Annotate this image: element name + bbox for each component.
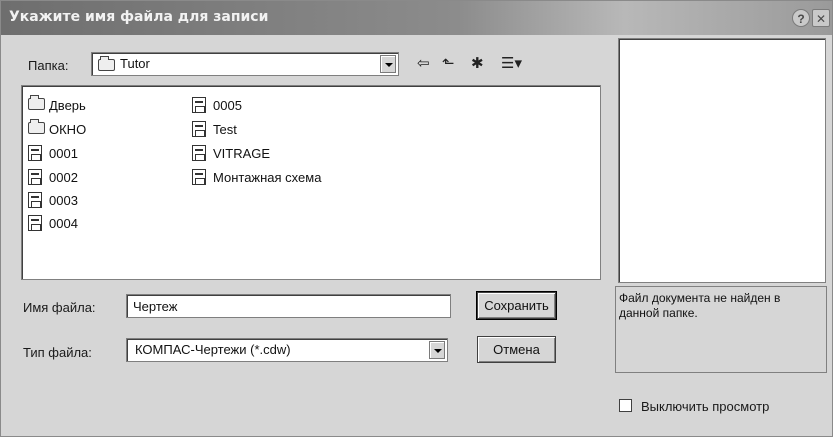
preview-message: Файл документа не найден в данной папке. [615, 286, 827, 373]
document-icon [28, 145, 42, 161]
list-item[interactable]: VITRAGE [192, 143, 270, 163]
list-item[interactable]: Test [192, 119, 237, 139]
list-item[interactable]: 0004 [28, 213, 78, 233]
folder-icon [28, 119, 45, 134]
title-bar[interactable]: Укажите имя файла для записи ? ✕ [1, 1, 832, 35]
filename-input[interactable] [126, 294, 451, 318]
disable-preview-checkbox[interactable] [619, 399, 632, 412]
list-item-label: 0004 [49, 215, 78, 231]
save-dialog: Укажите имя файла для записи ? ✕ Папка: … [0, 0, 833, 437]
list-item[interactable]: 0002 [28, 167, 78, 187]
document-icon [192, 121, 206, 137]
disable-preview-label[interactable]: Выключить просмотр [641, 399, 769, 414]
view-menu-icon[interactable]: ☰▾ [501, 55, 522, 73]
back-icon[interactable]: ⇦ [417, 55, 430, 73]
list-item-label: 0002 [49, 169, 78, 185]
folder-value: Tutor [120, 56, 150, 71]
folder-icon [28, 95, 45, 110]
list-item[interactable]: Монтажная схема [192, 167, 321, 187]
new-folder-icon[interactable]: ✱ [471, 55, 484, 73]
folder-combo[interactable]: Tutor [91, 52, 399, 76]
document-icon [192, 145, 206, 161]
folder-icon [98, 56, 115, 71]
document-icon [192, 169, 206, 185]
dialog-title: Укажите имя файла для записи [9, 9, 269, 25]
up-folder-icon[interactable]: ⬑ [442, 55, 455, 73]
list-item[interactable]: Дверь [28, 95, 86, 115]
list-item-label: 0001 [49, 145, 78, 161]
list-item-label: Монтажная схема [213, 169, 322, 185]
chevron-down-icon[interactable] [429, 341, 445, 359]
list-item[interactable]: 0005 [192, 95, 242, 115]
document-icon [28, 169, 42, 185]
help-button[interactable]: ? [792, 9, 810, 27]
filetype-value: КОМПАС-Чертежи (*.cdw) [135, 342, 291, 357]
list-item[interactable]: 0003 [28, 190, 78, 210]
filetype-combo[interactable]: КОМПАС-Чертежи (*.cdw) [126, 338, 448, 362]
document-icon [28, 215, 42, 231]
folder-label: Папка: [28, 58, 69, 73]
cancel-button[interactable]: Отмена [477, 336, 556, 363]
filename-label: Имя файла: [23, 300, 96, 315]
filetype-label: Тип файла: [23, 345, 92, 360]
close-button[interactable]: ✕ [812, 9, 830, 27]
chevron-down-icon[interactable] [380, 55, 396, 73]
list-item[interactable]: ОКНО [28, 119, 86, 139]
file-list[interactable]: Дверь ОКНО 0001 0002 0003 0004 0005 Test… [21, 85, 601, 280]
list-item-label: 0003 [49, 192, 78, 208]
list-item[interactable]: 0001 [28, 143, 78, 163]
save-button[interactable]: Сохранить [476, 291, 557, 320]
list-item-label: Дверь [49, 97, 86, 113]
document-icon [192, 97, 206, 113]
list-item-label: VITRAGE [213, 145, 271, 161]
list-item-label: ОКНО [49, 121, 87, 137]
preview-pane [618, 38, 826, 283]
document-icon [28, 192, 42, 208]
list-item-label: 0005 [213, 97, 242, 113]
list-item-label: Test [213, 121, 237, 137]
